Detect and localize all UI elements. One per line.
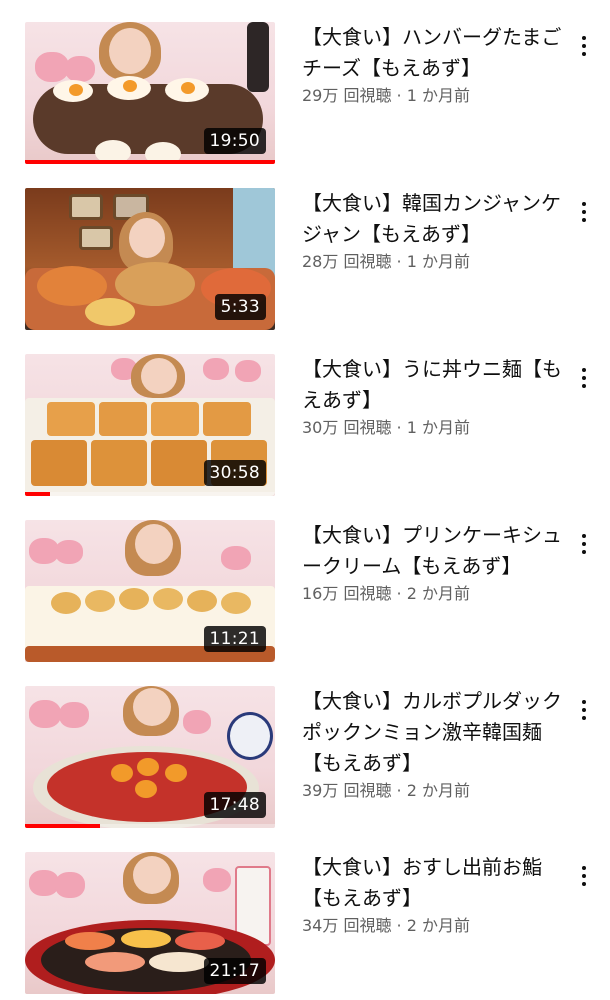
view-count: 34万 回視聴 xyxy=(302,916,392,935)
video-item[interactable]: 11:21 【大食い】プリンケーキシュークリーム【もえあず】 16万 回視聴 ·… xyxy=(0,520,610,662)
video-meta: 34万 回視聴 · 2 か月前 xyxy=(302,914,564,938)
more-vertical-icon[interactable] xyxy=(574,862,594,892)
meta-separator: · xyxy=(391,418,407,437)
video-item[interactable]: 30:58 【大食い】うに丼ウニ麺【もえあず】 30万 回視聴 · 1 か月前 xyxy=(0,354,610,496)
video-list: 19:50 【大食い】ハンバーグたまごチーズ【もえあず】 29万 回視聴 · 1… xyxy=(0,0,610,1000)
video-thumbnail[interactable]: 11:21 xyxy=(25,520,275,662)
view-count: 16万 回視聴 xyxy=(302,584,392,603)
more-vertical-icon[interactable] xyxy=(574,32,594,62)
more-vertical-icon[interactable] xyxy=(574,198,594,228)
video-title[interactable]: 【大食い】プリンケーキシュークリーム【もえあず】 xyxy=(302,520,564,582)
video-item[interactable]: 19:50 【大食い】ハンバーグたまごチーズ【もえあず】 29万 回視聴 · 1… xyxy=(0,22,610,164)
watch-progress-fill xyxy=(25,824,100,828)
meta-separator: · xyxy=(391,781,407,800)
video-title[interactable]: 【大食い】韓国カンジャンケジャン【もえあず】 xyxy=(302,188,564,250)
watch-progress-track xyxy=(25,492,275,496)
video-thumbnail[interactable]: 19:50 xyxy=(25,22,275,164)
upload-age: 1 か月前 xyxy=(406,418,470,437)
video-thumbnail[interactable]: 21:17 xyxy=(25,852,275,994)
meta-separator: · xyxy=(391,86,407,105)
video-thumbnail[interactable]: 30:58 xyxy=(25,354,275,496)
video-thumbnail[interactable]: 5:33 xyxy=(25,188,275,330)
video-meta: 29万 回視聴 · 1 か月前 xyxy=(302,84,564,108)
more-vertical-icon[interactable] xyxy=(574,364,594,394)
meta-separator: · xyxy=(391,252,407,271)
upload-age: 2 か月前 xyxy=(406,584,470,603)
view-count: 30万 回視聴 xyxy=(302,418,392,437)
video-meta: 30万 回視聴 · 1 か月前 xyxy=(302,416,564,440)
video-info[interactable]: 【大食い】ハンバーグたまごチーズ【もえあず】 29万 回視聴 · 1 か月前 xyxy=(302,22,564,108)
upload-age: 2 か月前 xyxy=(406,916,470,935)
upload-age: 1 か月前 xyxy=(406,86,470,105)
video-thumbnail[interactable]: 17:48 xyxy=(25,686,275,828)
meta-separator: · xyxy=(391,916,407,935)
upload-age: 2 か月前 xyxy=(406,781,470,800)
watch-progress-track xyxy=(25,160,275,164)
video-info[interactable]: 【大食い】プリンケーキシュークリーム【もえあず】 16万 回視聴 · 2 か月前 xyxy=(302,520,564,606)
view-count: 39万 回視聴 xyxy=(302,781,392,800)
video-title[interactable]: 【大食い】おすし出前お鮨【もえあず】 xyxy=(302,852,564,914)
video-info[interactable]: 【大食い】韓国カンジャンケジャン【もえあず】 28万 回視聴 · 1 か月前 xyxy=(302,188,564,274)
video-title[interactable]: 【大食い】うに丼ウニ麺【もえあず】 xyxy=(302,354,564,416)
watch-progress-fill xyxy=(25,160,275,164)
view-count: 29万 回視聴 xyxy=(302,86,392,105)
upload-age: 1 か月前 xyxy=(406,252,470,271)
watch-progress-track xyxy=(25,824,275,828)
duration-badge: 17:48 xyxy=(203,792,266,818)
video-info[interactable]: 【大食い】カルボプルダックポックンミョン激辛韓国麺【もえあず】 39万 回視聴 … xyxy=(302,686,564,803)
video-item[interactable]: 5:33 【大食い】韓国カンジャンケジャン【もえあず】 28万 回視聴 · 1 … xyxy=(0,188,610,330)
video-meta: 39万 回視聴 · 2 か月前 xyxy=(302,779,564,803)
video-title[interactable]: 【大食い】カルボプルダックポックンミョン激辛韓国麺【もえあず】 xyxy=(302,686,564,779)
duration-badge: 11:21 xyxy=(203,626,266,652)
more-vertical-icon[interactable] xyxy=(574,530,594,560)
duration-badge: 21:17 xyxy=(203,958,266,984)
video-meta: 16万 回視聴 · 2 か月前 xyxy=(302,582,564,606)
duration-badge: 5:33 xyxy=(214,294,266,320)
video-item[interactable]: 17:48 【大食い】カルボプルダックポックンミョン激辛韓国麺【もえあず】 39… xyxy=(0,686,610,828)
video-info[interactable]: 【大食い】うに丼ウニ麺【もえあず】 30万 回視聴 · 1 か月前 xyxy=(302,354,564,440)
video-meta: 28万 回視聴 · 1 か月前 xyxy=(302,250,564,274)
more-vertical-icon[interactable] xyxy=(574,696,594,726)
duration-badge: 19:50 xyxy=(203,128,266,154)
meta-separator: · xyxy=(391,584,407,603)
video-info[interactable]: 【大食い】おすし出前お鮨【もえあず】 34万 回視聴 · 2 か月前 xyxy=(302,852,564,938)
watch-progress-fill xyxy=(25,492,50,496)
video-title[interactable]: 【大食い】ハンバーグたまごチーズ【もえあず】 xyxy=(302,22,564,84)
duration-badge: 30:58 xyxy=(203,460,266,486)
video-item[interactable]: 21:17 【大食い】おすし出前お鮨【もえあず】 34万 回視聴 · 2 か月前 xyxy=(0,852,610,994)
view-count: 28万 回視聴 xyxy=(302,252,392,271)
